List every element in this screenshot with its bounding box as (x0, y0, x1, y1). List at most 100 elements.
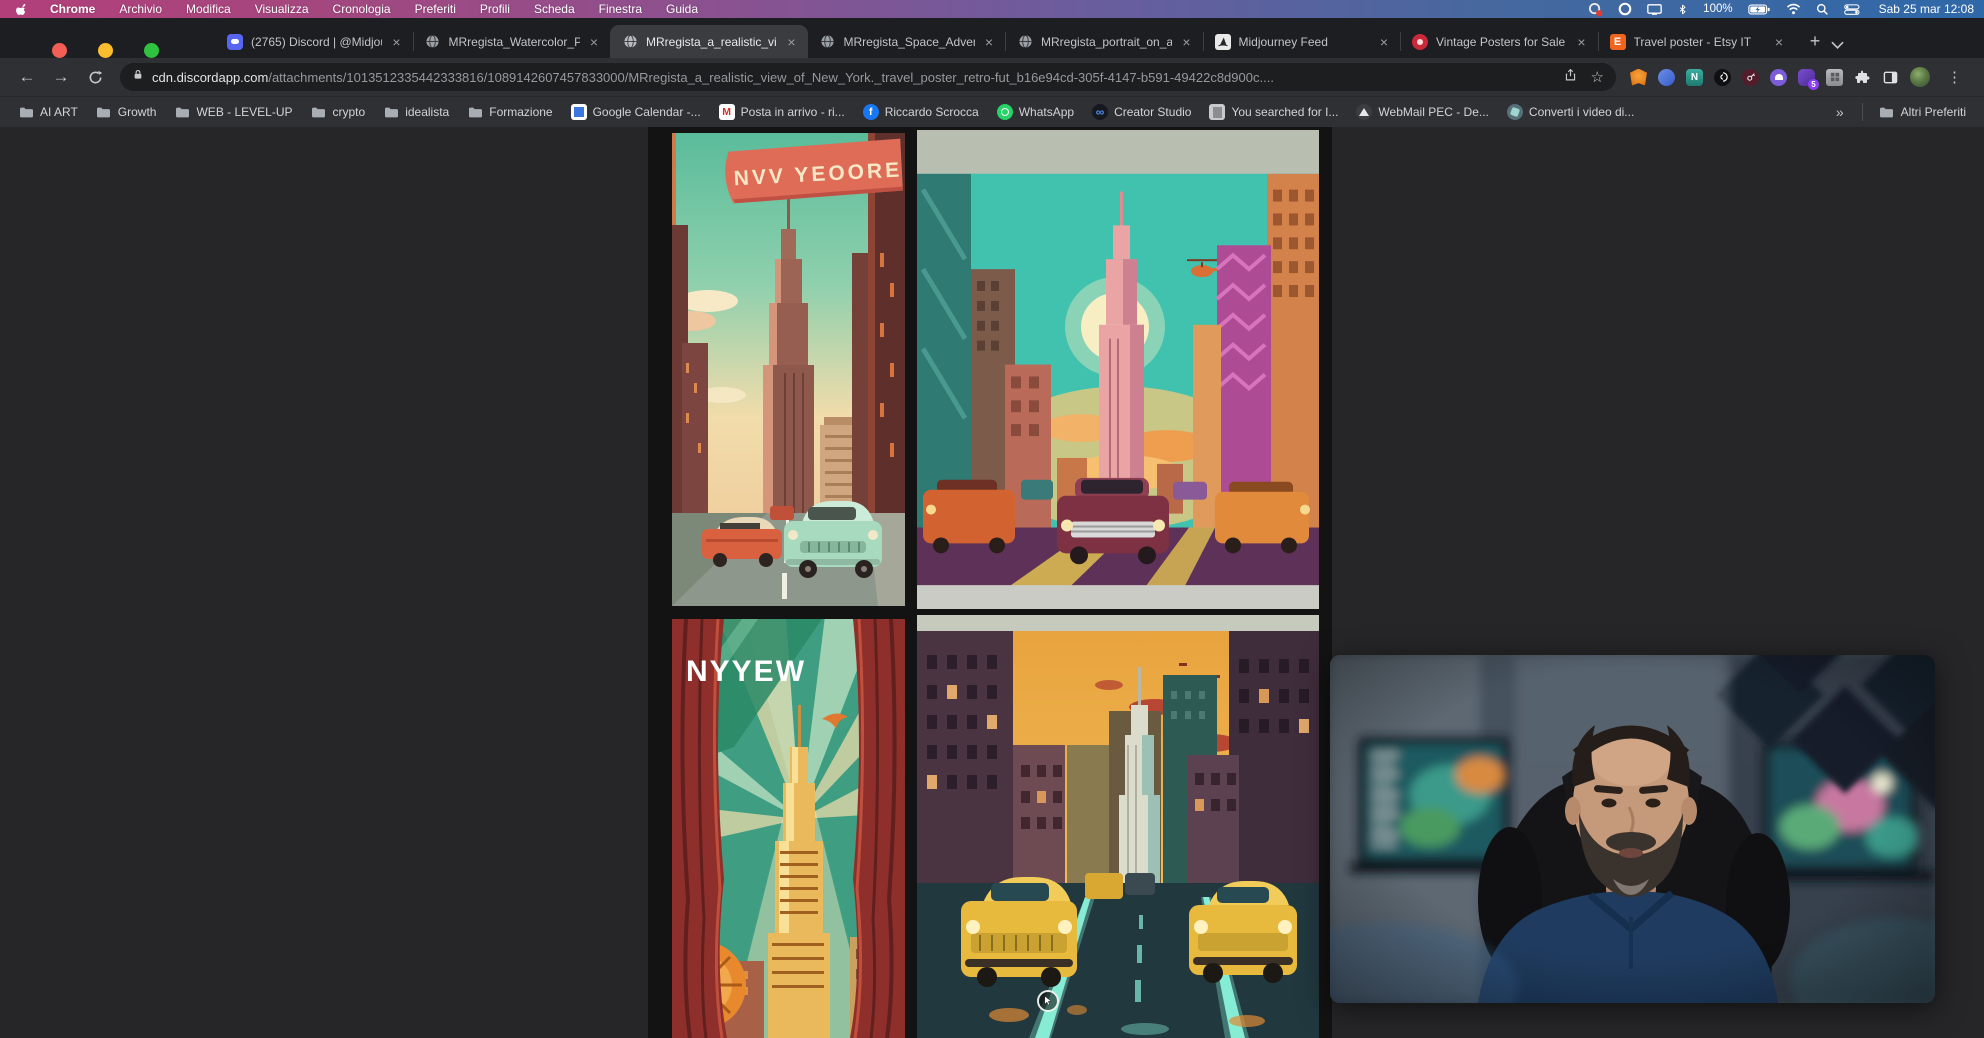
poster-new-york-taxis (917, 615, 1319, 1038)
lock-icon[interactable] (132, 68, 144, 86)
menu-item-archivio[interactable]: Archivio (107, 0, 174, 18)
tab-search-chevron-icon[interactable] (1831, 36, 1844, 54)
video-converter-icon (1507, 104, 1523, 120)
menu-item-guida[interactable]: Guida (654, 0, 710, 18)
folder-icon (1879, 104, 1895, 120)
bookmark-whatsapp[interactable]: WhatsApp (989, 101, 1082, 123)
wifi-icon[interactable] (1786, 3, 1801, 15)
menu-item-scheda[interactable]: Scheda (522, 0, 587, 18)
grid-extension-icon[interactable] (1826, 69, 1843, 86)
menu-item-modifica[interactable]: Modifica (174, 0, 243, 18)
tab-close-icon[interactable]: × (588, 34, 600, 50)
back-button[interactable]: ← (12, 62, 42, 92)
bookmark-gmail-inbox[interactable]: MPosta in arrivo - ri... (711, 101, 853, 123)
tab-close-icon[interactable]: × (1773, 34, 1785, 50)
macos-menu-bar: Chrome Archivio Modifica Visualizza Cron… (0, 0, 1984, 18)
menu-item-cronologia[interactable]: Cronologia (321, 0, 403, 18)
bookmark-folder-formazione[interactable]: Formazione (459, 101, 560, 123)
poster3-title: NYYEW (686, 655, 806, 688)
profile-avatar[interactable] (1910, 67, 1930, 87)
menu-item-visualizza[interactable]: Visualizza (243, 0, 321, 18)
menu-item-finestra[interactable]: Finestra (587, 0, 654, 18)
forward-button[interactable]: → (46, 62, 76, 92)
blue-wings-extension-icon[interactable] (1658, 69, 1675, 86)
tab-close-icon[interactable]: × (1180, 34, 1192, 50)
puzzle-extensions-icon[interactable] (1854, 69, 1871, 86)
bookmark-folder-web-levelup[interactable]: WEB - LEVEL-UP (166, 101, 300, 123)
bookmark-webmail-pec[interactable]: WebMail PEC - De... (1348, 101, 1496, 123)
etsy-favicon-icon: E (1610, 34, 1626, 50)
tab-close-icon[interactable]: × (390, 34, 402, 50)
n-letter-extension-icon[interactable]: N (1686, 69, 1703, 86)
tab-realistic-view-active[interactable]: MRregista_a_realistic_vie × (610, 25, 808, 58)
window-close-button[interactable] (52, 43, 67, 58)
apple-menu-icon[interactable] (16, 2, 30, 16)
globe-favicon-icon (425, 34, 441, 50)
side-panel-icon[interactable] (1882, 69, 1899, 86)
obs-status-icon[interactable] (1618, 2, 1632, 16)
facebook-icon: f (863, 104, 879, 120)
vintage-posters-favicon-icon (1412, 34, 1428, 50)
reload-button[interactable] (80, 62, 110, 92)
spotlight-search-icon[interactable] (1816, 3, 1829, 16)
battery-icon[interactable] (1748, 3, 1771, 16)
midjourney-grid-image[interactable]: NVV YEOORE (648, 127, 1332, 1038)
screen-record-icon[interactable] (1588, 2, 1603, 17)
other-bookmarks-folder[interactable]: Altri Preferiti (1871, 101, 1974, 123)
bookmark-converti-video[interactable]: Converti i video di... (1499, 101, 1642, 123)
purple-cluster-extension-icon[interactable]: 5 (1798, 69, 1815, 86)
url-address-bar[interactable]: cdn.discordapp.com/attachments/101351233… (120, 63, 1616, 91)
ghost-extension-icon[interactable] (1770, 69, 1787, 86)
tab-etsy[interactable]: E Travel poster - Etsy IT × (1598, 25, 1796, 58)
dark-disc-extension-icon[interactable] (1714, 69, 1731, 86)
tab-portrait[interactable]: MRregista_portrait_on_a_ × (1005, 25, 1203, 58)
bookmark-folder-growth[interactable]: Growth (88, 101, 165, 123)
webmail-pec-icon (1356, 104, 1372, 120)
bookmark-folder-crypto[interactable]: crypto (303, 101, 374, 123)
bookmarks-bar: AI ART Growth WEB - LEVEL-UP crypto idea… (0, 96, 1984, 127)
tab-discord[interactable]: (2765) Discord | @Midjou × (215, 25, 413, 58)
menu-item-preferiti[interactable]: Preferiti (403, 0, 468, 18)
window-zoom-button[interactable] (144, 43, 159, 58)
control-center-icon[interactable] (1844, 4, 1860, 15)
meta-infinity-icon: ∞ (1092, 104, 1108, 120)
tab-vintage-posters[interactable]: Vintage Posters for Sale | × (1400, 25, 1598, 58)
bookmark-facebook-profile[interactable]: fRiccardo Scrocca (855, 101, 987, 123)
extensions-row: N 5 ⋮ (1626, 67, 1972, 87)
tab-space-adventure[interactable]: MRregista_Space_Advent × (808, 25, 1006, 58)
bookmark-google-calendar[interactable]: Google Calendar -... (563, 101, 709, 123)
chrome-tab-strip: (2765) Discord | @Midjou × MRregista_Wat… (0, 18, 1984, 58)
key-extension-icon[interactable] (1742, 69, 1759, 86)
globe-favicon-icon (820, 34, 836, 50)
chrome-menu-kebab-icon[interactable]: ⋮ (1941, 68, 1968, 86)
fox-extension-icon[interactable] (1630, 69, 1647, 86)
bookmark-you-searched[interactable]: You searched for I... (1201, 101, 1346, 123)
share-icon[interactable] (1564, 68, 1577, 87)
tab-close-icon[interactable]: × (983, 34, 995, 50)
window-minimize-button[interactable] (98, 43, 113, 58)
webcam-overlay (1330, 655, 1935, 1003)
bookmarks-overflow-chevron[interactable]: » (1826, 104, 1854, 120)
google-calendar-icon (571, 104, 587, 120)
bluetooth-icon[interactable] (1677, 3, 1688, 16)
bookmark-star-icon[interactable]: ☆ (1591, 68, 1604, 86)
bookmark-creator-studio[interactable]: ∞Creator Studio (1084, 101, 1199, 123)
menu-item-profili[interactable]: Profili (468, 0, 522, 18)
poster-new-york-sunburst: NYYEW (672, 619, 905, 1038)
new-tab-button[interactable]: + (1801, 25, 1829, 58)
battery-percent: 100% (1703, 3, 1732, 15)
tab-close-icon[interactable]: × (1575, 34, 1587, 50)
tab-midjourney-feed[interactable]: Midjourney Feed × (1203, 25, 1401, 58)
menu-item-chrome[interactable]: Chrome (38, 0, 107, 18)
bookmark-folder-ai-art[interactable]: AI ART (10, 101, 86, 123)
document-icon (1209, 104, 1225, 120)
tab-close-icon[interactable]: × (785, 34, 797, 50)
tab-watercolor[interactable]: MRregista_Watercolor_Pa × (413, 25, 611, 58)
extension-badge: 5 (1808, 79, 1819, 90)
display-mirroring-icon[interactable] (1647, 2, 1662, 16)
bookmark-folder-idealista[interactable]: idealista (375, 101, 457, 123)
gmail-icon: M (719, 104, 735, 120)
menu-clock[interactable]: Sab 25 mar 12:08 (1879, 2, 1974, 16)
tab-close-icon[interactable]: × (1378, 34, 1390, 50)
midjourney-favicon-icon (1215, 34, 1231, 50)
